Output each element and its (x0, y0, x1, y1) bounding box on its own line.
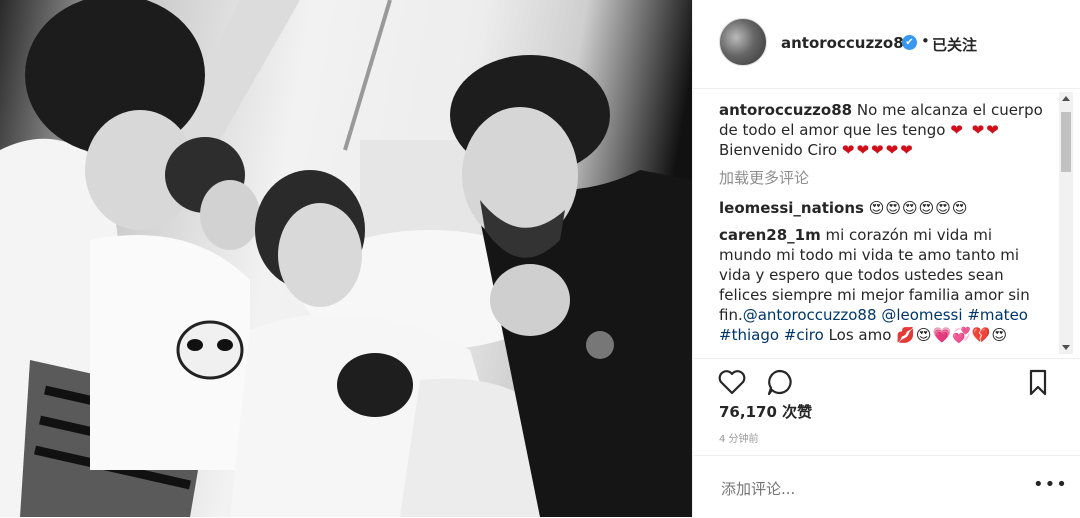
comment-emojis: 😍😍😍😍😍😍 (868, 199, 969, 217)
add-comment-input[interactable] (719, 476, 1013, 502)
comment-item: leomessi_nations 😍😍😍😍😍😍 (719, 198, 1049, 218)
following-button[interactable]: 已关注 (932, 34, 977, 55)
comment-username[interactable]: caren28_1m (719, 226, 821, 244)
comment-item: caren28_1m mi corazón mi vida mi mundo m… (719, 225, 1049, 345)
likes-count[interactable]: 76,170 次赞 (719, 401, 812, 422)
scrollbar-thumb[interactable] (1061, 112, 1071, 172)
comments-list: antoroccuzzo88 No me alcanza el cuerpo d… (719, 100, 1049, 354)
caption-text-line2: Bienvenido Ciro (719, 141, 838, 159)
comment-username[interactable]: leomessi_nations (719, 199, 864, 217)
caption-hearts-2: ❤❤❤❤❤ (841, 141, 915, 159)
load-more-comments-link[interactable]: 加载更多评论 (719, 168, 1049, 188)
scroll-down-arrow-icon[interactable] (1062, 345, 1070, 350)
post-actions (693, 358, 1080, 401)
comment-emojis: 💋😍💗💞💔😍 (896, 326, 1009, 344)
header-username[interactable]: antoroccuzzo88 (781, 34, 914, 52)
comments-scrollbar[interactable] (1059, 92, 1073, 354)
post-photo[interactable] (0, 0, 692, 517)
comment-text-end: Los amo (828, 326, 892, 344)
add-comment-bar: ••• (693, 455, 1080, 518)
photo-illustration (0, 0, 692, 517)
bookmark-icon[interactable] (1023, 367, 1053, 397)
comment-hashtag-link[interactable]: #ciro (784, 326, 824, 344)
comment-hashtag-link[interactable]: #thiago (719, 326, 779, 344)
comment-mention-link[interactable]: @antoroccuzzo88 (743, 306, 877, 324)
more-options-icon[interactable]: ••• (1033, 474, 1068, 495)
comment-hashtag-link[interactable]: #mateo (967, 306, 1028, 324)
scroll-up-arrow-icon[interactable] (1062, 96, 1070, 101)
caption: antoroccuzzo88 No me alcanza el cuerpo d… (719, 100, 1049, 160)
post-timestamp: 4 分钟前 (719, 434, 759, 445)
comment-icon[interactable] (765, 367, 795, 397)
heart-icon[interactable] (717, 367, 747, 397)
post-side-panel: antoroccuzzo88 ✔ • 已关注 antoroccuzzo88 No… (692, 0, 1080, 517)
post-header: antoroccuzzo88 ✔ • 已关注 (693, 0, 1080, 89)
avatar[interactable] (719, 18, 767, 66)
verified-badge-icon: ✔ (902, 35, 917, 50)
comment-mention-link[interactable]: @leomessi (881, 306, 962, 324)
caption-hearts-1: ❤ ❤❤ (950, 121, 1001, 139)
header-separator: • (921, 32, 930, 50)
caption-username[interactable]: antoroccuzzo88 (719, 101, 852, 119)
